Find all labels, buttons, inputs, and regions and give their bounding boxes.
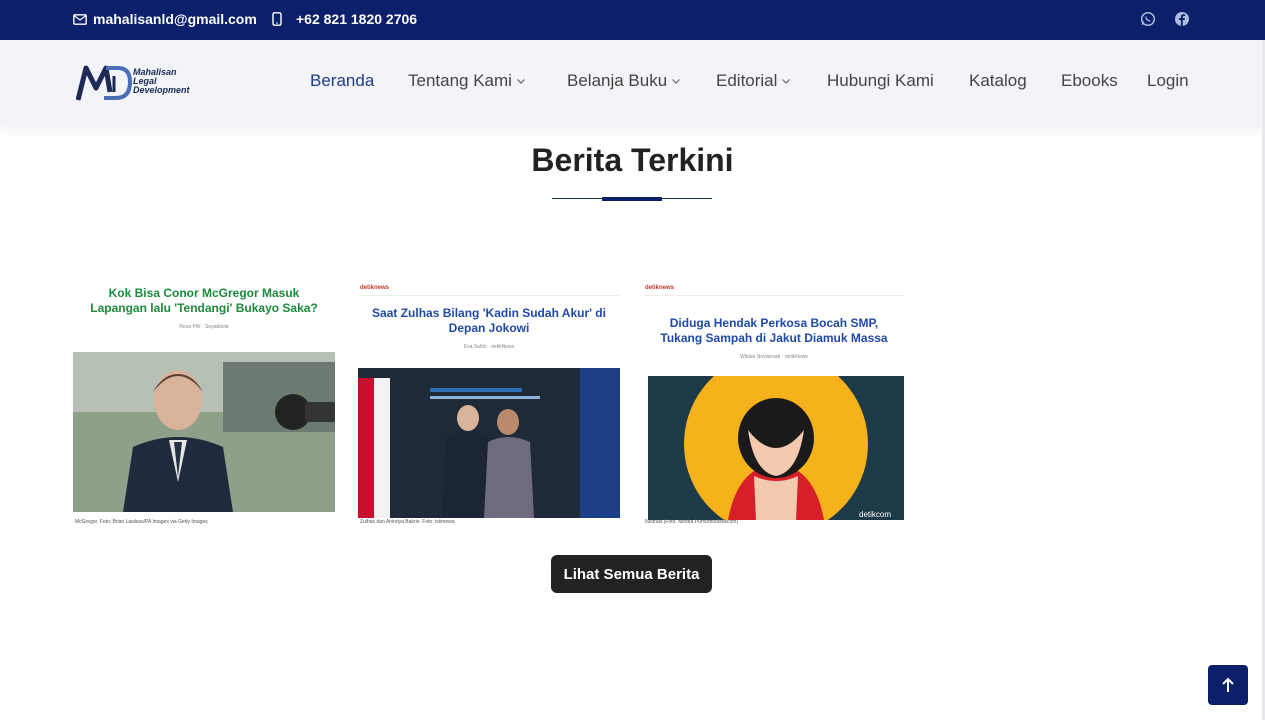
nav-tentang-kami-label: Tentang Kami [408, 71, 512, 90]
news-card-3-headline: Diduga Hendak Perkosa Bocah SMP, Tukang … [660, 316, 888, 345]
news-card-2-byline: Eva Safitri · detikNews [463, 344, 515, 350]
email-text: mahalisanld@gmail.com [93, 11, 257, 27]
nav-hubungi-kami-label: Hubungi Kami [827, 71, 934, 90]
nav-hubungi-kami[interactable]: Hubungi Kami [827, 71, 934, 91]
nav-ebooks[interactable]: Ebooks [1061, 71, 1118, 91]
news-card-3-byline: Wildan Noviansah · detikNews [740, 354, 808, 360]
news-card-3-caption: Ilustrasi (Foto: Mindra Purnomo/detikcom… [645, 519, 739, 525]
nav-beranda[interactable]: Beranda [310, 71, 374, 91]
chevron-down-icon [672, 79, 681, 84]
brand-name: Mahalisan Legal Development [133, 68, 190, 95]
news-card-2-image [358, 368, 620, 518]
news-card-3-site-nav: detiknews [643, 280, 905, 296]
see-all-news-button[interactable]: Lihat Semua Berita [551, 555, 712, 593]
news-card-2-headline: Saat Zulhas Bilang 'Kadin Sudah Akur' di… [372, 306, 606, 335]
news-card-3-site: detiknews [645, 284, 675, 291]
news-card-1[interactable]: Kok Bisa Conor McGregor Masuk Lapangan l… [73, 280, 335, 528]
email-contact[interactable]: mahalisanld@gmail.com [73, 11, 257, 27]
nav-login-label: Login [1147, 71, 1189, 90]
section-title: Berita Terkini [531, 142, 734, 178]
news-card-3-watermark: detikcom [859, 510, 892, 519]
news-card-3[interactable]: detiknews Diduga Hendak Perkosa Bocah SM… [643, 280, 905, 528]
nav-editorial[interactable]: Editorial [716, 71, 791, 91]
mld-logo-mark [76, 65, 132, 101]
nav-katalog-label: Katalog [969, 71, 1027, 90]
news-card-1-image [73, 352, 335, 512]
facebook-icon[interactable] [1174, 11, 1190, 27]
brand-line-3: Development [133, 85, 190, 95]
news-card-2-site-nav: detiknews [358, 280, 620, 296]
brand-logo[interactable]: Mahalisan Legal Development [76, 62, 206, 104]
title-underline-accent [602, 197, 662, 201]
nav-belanja-buku-label: Belanja Buku [567, 71, 668, 90]
mobile-phone-icon [272, 12, 282, 26]
news-card-3-image [648, 376, 904, 520]
top-contact-bar: mahalisanld@gmail.com +62 821 1820 2706 [0, 0, 1265, 40]
nav-tentang-kami[interactable]: Tentang Kami [408, 71, 526, 91]
arrow-up-icon [1222, 677, 1234, 692]
news-card-2-site: detiknews [360, 284, 390, 291]
nav-ebooks-label: Ebooks [1061, 71, 1118, 90]
back-to-top-button[interactable] [1208, 665, 1248, 705]
news-card-1-caption: McGregor. Foto: Brian Lawless/PA Images … [75, 519, 208, 525]
nav-editorial-label: Editorial [716, 71, 778, 90]
nav-katalog[interactable]: Katalog [969, 71, 1027, 91]
news-card-1-headline: Kok Bisa Conor McGregor Masuk Lapangan l… [90, 286, 318, 315]
news-card-2[interactable]: detiknews Saat Zulhas Bilang 'Kadin Suda… [358, 280, 620, 528]
news-card-2-caption: Zulhas dan Anindya Bakrie. Foto: istimew… [360, 519, 455, 525]
nav-beranda-label: Beranda [310, 71, 375, 90]
chevron-down-icon [517, 79, 525, 84]
news-card-1-byline: Reza PW · Sepakbola [179, 324, 229, 330]
phone-contact[interactable]: +62 821 1820 2706 [272, 11, 417, 27]
nav-login[interactable]: Login [1147, 71, 1189, 91]
mail-icon [73, 13, 87, 25]
chevron-down-icon [782, 79, 791, 84]
main-navbar: Mahalisan Legal Development Beranda Tent… [0, 40, 1265, 126]
phone-text: +62 821 1820 2706 [296, 11, 418, 27]
nav-belanja-buku[interactable]: Belanja Buku [567, 71, 681, 91]
whatsapp-icon[interactable] [1140, 11, 1156, 27]
